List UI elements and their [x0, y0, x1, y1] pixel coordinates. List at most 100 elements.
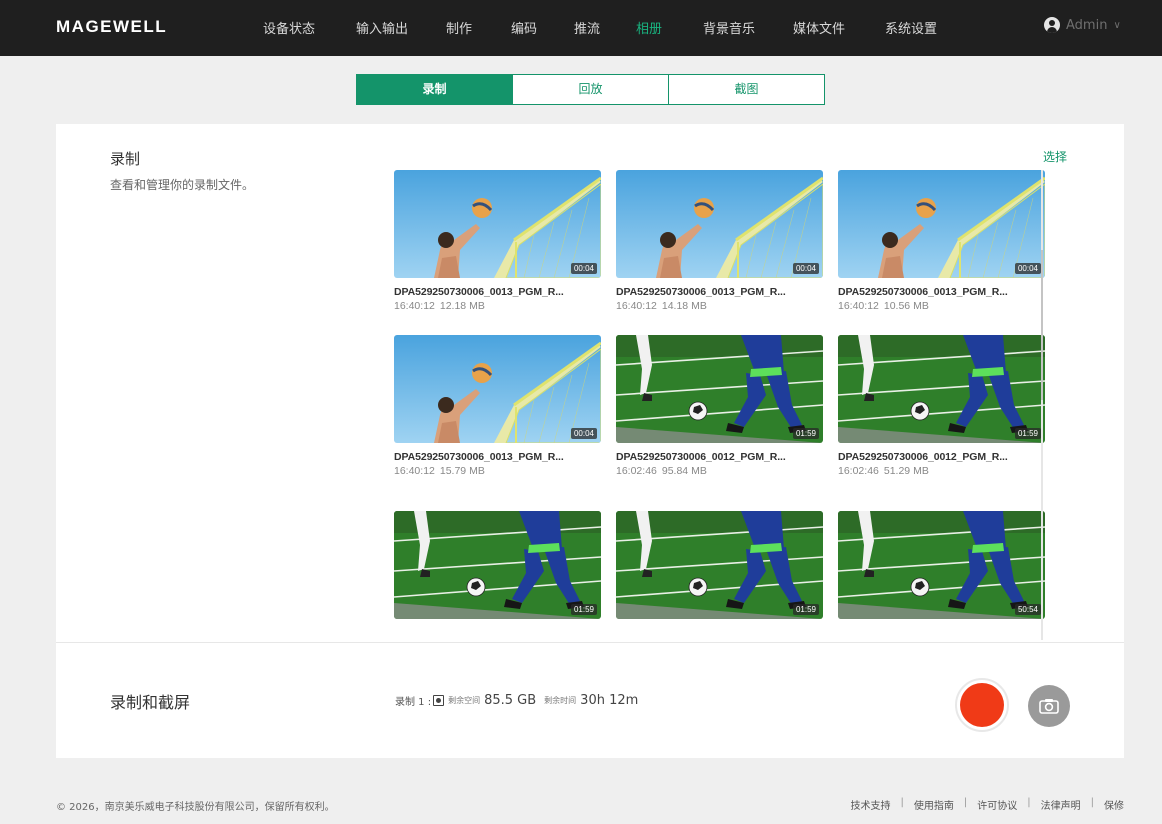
record-capture-title: 录制和截屏 [110, 693, 191, 712]
recording-filename: DPA529250730006_0012_PGM_R... [616, 451, 786, 463]
recording-card[interactable]: 01:59 [394, 511, 601, 641]
nav-item-album[interactable]: 相册 [636, 18, 662, 37]
recording-thumbnail[interactable]: 01:59 [838, 335, 1045, 443]
duration-badge: 01:59 [570, 604, 597, 615]
recording-card[interactable]: 01:59 DPA529250730006_0012_PGM_R... 16:02:… [838, 335, 1045, 477]
remaining-space-label: 剩余空间 [448, 696, 481, 705]
chevron-down-icon: ∨ [1113, 19, 1121, 31]
user-name: Admin [1066, 17, 1108, 33]
recording-filename: DPA529250730006_0013_PGM_R... [394, 451, 564, 463]
footer-link-tech-support[interactable]: 技术支持 [851, 797, 891, 812]
recording-filename: DPA529250730006_0013_PGM_R... [394, 286, 564, 298]
duration-badge: 00:04 [792, 263, 819, 274]
nav-item-system-settings[interactable]: 系统设置 [885, 18, 937, 37]
recording-meta: 16:40:12 12.18 MB [394, 300, 601, 312]
recording-size: 51.29 MB [883, 465, 929, 477]
recording-card[interactable]: 01:59 [616, 511, 823, 641]
recording-size: 95.84 MB [661, 465, 707, 477]
user-avatar-icon [1044, 17, 1060, 33]
recording-thumbnail[interactable]: 00:04 [394, 170, 601, 278]
recording-meta [616, 629, 823, 641]
record-channel-label: 录制 1 : [395, 697, 432, 708]
recording-meta: 16:02:46 51.29 MB [838, 465, 1045, 477]
recording-meta: 16:02:46 95.84 MB [616, 465, 823, 477]
top-nav-bar: MAGEWELL 设备状态 输入输出 制作 编码 推流 相册 背景音乐 媒体文件… [0, 0, 1162, 56]
recording-filename: DPA529250730006_0013_PGM_R... [616, 286, 786, 298]
recording-thumbnail[interactable]: 01:59 [616, 335, 823, 443]
duration-badge: 00:04 [1014, 263, 1041, 274]
nav-item-media-files[interactable]: 媒体文件 [793, 18, 845, 37]
brand-logo[interactable]: MAGEWELL [56, 17, 167, 37]
copyright-text: © 2026，南京美乐威电子科技股份有限公司，保留所有权利。 [56, 802, 335, 813]
nav-item-device-status[interactable]: 设备状态 [263, 18, 315, 37]
user-menu[interactable]: Admin ∨ [1044, 17, 1121, 33]
section-title: 录制 [110, 150, 141, 168]
duration-badge: 01:59 [1014, 428, 1041, 439]
remaining-space-value: 85.5 GB [484, 693, 537, 708]
recording-size: 14.18 MB [661, 300, 707, 312]
remaining-time-value: 30h 12m [580, 693, 639, 708]
duration-badge: 01:59 [792, 428, 819, 439]
recording-time: 16:02:46 [616, 465, 657, 477]
nav-item-background-music[interactable]: 背景音乐 [703, 18, 755, 37]
recording-meta: 16:40:12 10.56 MB [838, 300, 1045, 312]
recording-thumbnail[interactable]: 01:59 [394, 511, 601, 619]
recording-thumbnail[interactable]: 01:59 [616, 511, 823, 619]
record-dot-icon [960, 683, 1004, 727]
camera-icon [1039, 699, 1059, 714]
nav-item-encoding[interactable]: 编码 [511, 18, 537, 37]
snapshot-button[interactable] [1028, 685, 1070, 727]
recording-card[interactable]: 00:04 DPA529250730006_0013_PGM_R... 16:40:… [838, 170, 1045, 312]
tab-playback[interactable]: 回放 [513, 75, 669, 104]
grid-scrollbar[interactable] [1041, 170, 1043, 640]
section-description: 查看和管理你的录制文件。 [110, 178, 255, 192]
duration-badge: 01:59 [792, 604, 819, 615]
recording-card[interactable]: 00:04 DPA529250730006_0013_PGM_R... 16:40:… [616, 170, 823, 312]
recording-thumbnail[interactable]: 00:04 [616, 170, 823, 278]
recordings-grid: 00:04 DPA529250730006_0013_PGM_R... 16:40:… [394, 170, 1054, 642]
footer-link-legal[interactable]: 法律声明 [1041, 797, 1081, 812]
footer-separator: | [963, 797, 968, 808]
duration-badge: 00:04 [570, 428, 597, 439]
recording-size: 15.79 MB [439, 465, 485, 477]
recording-meta: 16:40:12 14.18 MB [616, 300, 823, 312]
record-status: 录制 1 : 剩余空间 85.5 GB 剩余时间 30h 12m [395, 693, 646, 708]
recording-meta [394, 629, 601, 641]
recording-meta [838, 629, 1045, 641]
recording-meta: 16:40:12 15.79 MB [394, 465, 601, 477]
duration-badge: 00:04 [570, 263, 597, 274]
recording-card[interactable]: 50:54 [838, 511, 1045, 641]
storage-icon [433, 695, 445, 706]
tab-record[interactable]: 录制 [357, 75, 513, 104]
footer-link-warranty[interactable]: 保修 [1104, 797, 1124, 812]
footer-links: 技术支持 | 使用指南 | 许可协议 | 法律声明 | 保修 [851, 797, 1125, 812]
recording-time: 16:40:12 [838, 300, 879, 312]
recordings-panel: 录制 查看和管理你的录制文件。 选择 00:04 DPA529250730006_… [56, 124, 1124, 758]
recording-time: 16:40:12 [394, 300, 435, 312]
footer-separator: | [1027, 797, 1031, 808]
recording-size: 10.56 MB [883, 300, 929, 312]
album-tabs: 录制 回放 截图 [356, 74, 825, 105]
record-button[interactable] [955, 678, 1009, 732]
recording-time: 16:02:46 [838, 465, 879, 477]
nav-item-input-output[interactable]: 输入输出 [356, 18, 408, 37]
recording-thumbnail[interactable]: 50:54 [838, 511, 1045, 619]
footer-link-user-guide[interactable]: 使用指南 [914, 797, 954, 812]
tab-screenshot[interactable]: 截图 [669, 75, 824, 104]
remaining-time-label: 剩余时间 [544, 696, 577, 705]
nav-item-streaming[interactable]: 推流 [574, 18, 600, 37]
recording-time: 16:40:12 [616, 300, 657, 312]
select-button[interactable]: 选择 [1043, 148, 1067, 165]
recording-card[interactable]: 00:04 DPA529250730006_0013_PGM_R... 16:40:… [394, 335, 601, 477]
footer-separator: | [900, 797, 904, 808]
footer-separator: | [1090, 797, 1094, 808]
recording-thumbnail[interactable]: 00:04 [838, 170, 1045, 278]
nav-item-production[interactable]: 制作 [446, 18, 472, 37]
divider [56, 642, 1124, 643]
recording-time: 16:40:12 [394, 465, 435, 477]
footer-link-license[interactable]: 许可协议 [977, 797, 1017, 812]
recording-thumbnail[interactable]: 00:04 [394, 335, 601, 443]
grid-scrollbar-thumb[interactable] [1041, 250, 1043, 400]
recording-card[interactable]: 01:59 DPA529250730006_0012_PGM_R... 16:02:… [616, 335, 823, 477]
recording-card[interactable]: 00:04 DPA529250730006_0013_PGM_R... 16:40:… [394, 170, 601, 312]
